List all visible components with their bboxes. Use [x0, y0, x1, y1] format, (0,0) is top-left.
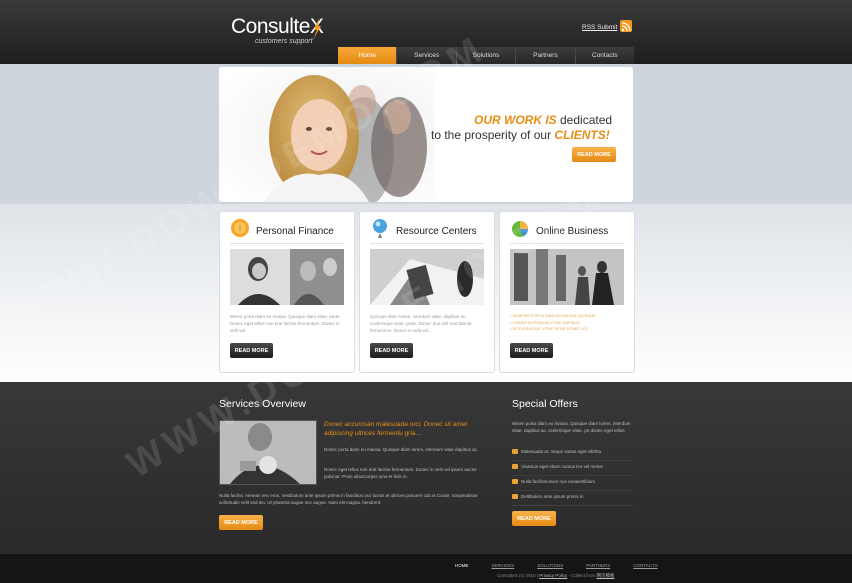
footer-link-services[interactable]: SERVICES — [492, 563, 515, 568]
folder-icon — [512, 464, 518, 469]
collect-link[interactable]: 网页模板 — [596, 573, 614, 578]
panel-title: Resource Centers — [396, 226, 477, 237]
panel-read-more-button[interactable]: READ MORE — [230, 343, 273, 358]
privacy-policy-link[interactable]: Privacy Policy — [539, 573, 567, 578]
footer — [0, 554, 852, 583]
footer-link-partners[interactable]: PARTNERS — [586, 563, 610, 568]
divider — [230, 243, 344, 244]
special-offers-title: Special Offers — [512, 398, 578, 410]
footer-nav: HOME SERVICES SOLUTIONS PARTNERS CONTACT… — [455, 563, 681, 568]
banner-headline-line2: to the prosperity of our CLIENTS! — [431, 128, 610, 142]
services-read-more-button[interactable]: READ MORE — [219, 515, 263, 530]
pin-icon — [373, 219, 387, 238]
panel-photo — [230, 249, 344, 305]
logo-tagline: customers support — [255, 38, 313, 45]
panel-read-more-button[interactable]: READ MORE — [510, 343, 553, 358]
divider — [370, 243, 484, 244]
folder-icon — [512, 479, 518, 484]
folder-icon — [512, 494, 518, 499]
panel-link-list: • SEMPER PORTA DIAM EU MASSA QUISQUE • L… — [510, 313, 624, 333]
banner-headline-line1: OUR WORK IS dedicated — [474, 113, 613, 127]
footer-copyright: ConsulteX (c) 2010 | Privacy Policy - Co… — [497, 573, 615, 578]
coin-icon: i — [231, 219, 249, 237]
services-paragraph: Donec eget tellus non erat lacinia ferme… — [324, 467, 477, 479]
list-item[interactable]: Vivamus eget etiam cursus leo vel metus — [512, 461, 634, 476]
offers-text: Wisen porta diam eu massa. Quisque diam … — [512, 421, 631, 433]
rss-icon[interactable] — [620, 20, 632, 32]
services-paragraph: Nulla facilisi. Aenean nec eros. Vestibu… — [219, 493, 478, 505]
nav-home[interactable]: Home — [338, 47, 397, 64]
list-item[interactable]: Deltibulum ante ipsum primis in — [512, 491, 634, 506]
nav-partners[interactable]: Partners — [515, 47, 575, 64]
footer-link-contacts[interactable]: CONTACTS — [633, 563, 657, 568]
services-quote: Donec accumsan malesuada orci. Donec sit… — [324, 421, 468, 437]
footer-link-solutions[interactable]: SOLUTIONS — [537, 563, 563, 568]
footer-link-home[interactable]: HOME — [455, 563, 469, 568]
list-item[interactable]: • SCELERISQUE VITAE PEDE DONEC EG — [510, 326, 624, 333]
nav-contacts[interactable]: Contacts — [574, 47, 635, 64]
logo-flame-icon — [313, 18, 321, 40]
offers-read-more-button[interactable]: READ MORE — [512, 511, 556, 526]
services-paragraph: Donec porta diam eu massa. Quisque diam … — [324, 447, 479, 452]
svg-text:i: i — [239, 224, 241, 233]
rss-submit-link[interactable]: RSS Submit — [582, 24, 617, 31]
list-item[interactable]: Malesuada at, neque varius eget nibhha — [512, 446, 634, 461]
logo[interactable]: ConsulteX customers support — [231, 15, 324, 52]
list-item[interactable]: Nulla facilisinonien non enaaestiblum — [512, 476, 634, 491]
banner-read-more-button[interactable]: READ MORE — [572, 147, 616, 162]
panel-title: Personal Finance — [256, 226, 334, 237]
offers-list: Malesuada at, neque varius eget nibhha V… — [512, 446, 634, 506]
folder-icon — [512, 449, 518, 454]
logo-text: ConsulteX — [231, 15, 324, 38]
